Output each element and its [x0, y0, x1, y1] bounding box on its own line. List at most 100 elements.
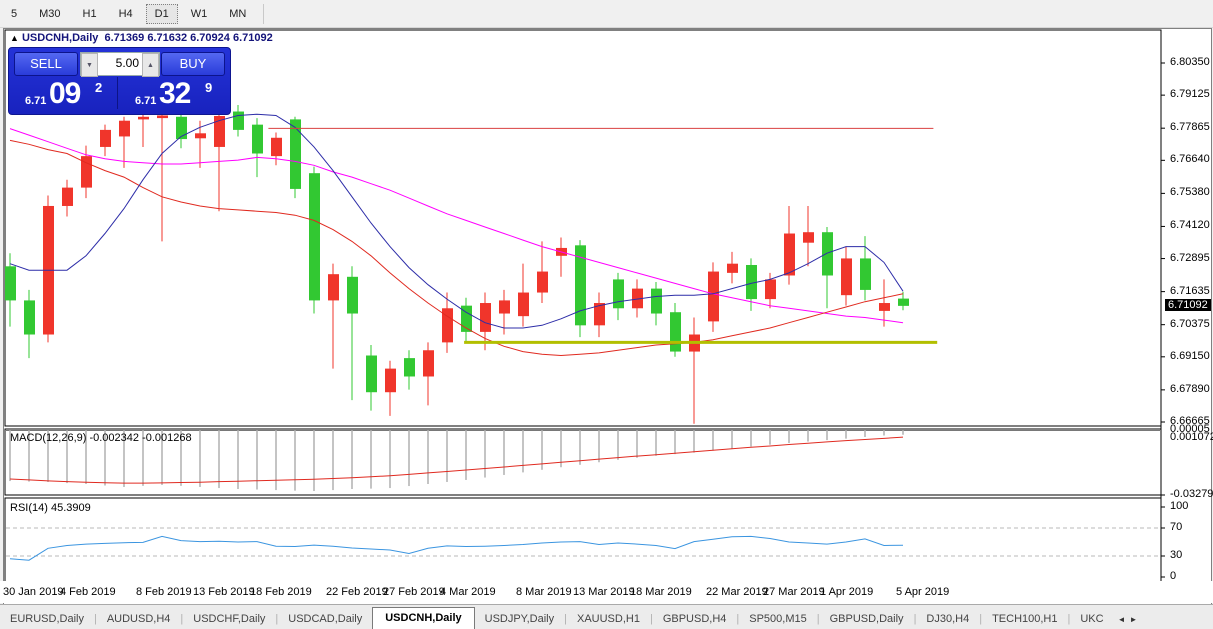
price-axis-label: 6.79125 [1170, 88, 1210, 100]
price-axis-label: 6.80350 [1170, 56, 1210, 68]
tab-scroll-left-icon[interactable]: ◄ [1118, 615, 1126, 629]
price-axis-label: 6.76640 [1170, 153, 1210, 165]
tab-scroll-right-icon[interactable]: ► [1130, 615, 1138, 629]
volume-spinner[interactable]: ▼ 5.00 ▲ [80, 52, 160, 76]
date-axis-label: 13 Feb 2019 [193, 586, 255, 598]
candle-body [347, 277, 358, 314]
price-axis-label: 6.70375 [1170, 318, 1210, 330]
date-axis-label: 4 Feb 2019 [60, 586, 116, 598]
candle-body [518, 293, 529, 317]
candle-body [651, 289, 662, 314]
chart-tab-eurusd[interactable]: EURUSD,Daily [0, 609, 94, 629]
candle-body [233, 112, 244, 130]
macd-axis-label: -0.032799 [1170, 488, 1213, 500]
volume-value[interactable]: 5.00 [98, 53, 142, 75]
rsi-axis-label: 30 [1170, 549, 1182, 561]
price-axis-label: 6.67890 [1170, 383, 1210, 395]
candle-body [24, 300, 35, 334]
sell-price[interactable]: 6.71 09 2 [11, 77, 116, 111]
chart-title-text: USDCNH,Daily 6.71369 6.71632 6.70924 6.7… [22, 32, 273, 44]
candle-body [138, 117, 149, 120]
panel-divider [117, 77, 118, 109]
candle-body [309, 173, 320, 300]
chart-tab-audusd[interactable]: AUDUSD,H4 [97, 609, 181, 629]
chart-tab-gbpusd[interactable]: GBPUSD,Daily [820, 609, 914, 629]
chart-tab-sp500[interactable]: SP500,M15 [739, 609, 816, 629]
chart-tab-usdcnh[interactable]: USDCNH,Daily [372, 607, 474, 629]
price-axis-label: 6.69150 [1170, 350, 1210, 362]
price-axis-label: 6.75380 [1170, 186, 1210, 198]
volume-decrease-icon[interactable]: ▼ [81, 53, 98, 77]
candle-body [784, 234, 795, 276]
candle-body [119, 121, 130, 137]
timeframe-button-h1[interactable]: H1 [74, 4, 106, 24]
candle-body [898, 299, 909, 306]
timeframe-button-5[interactable]: 5 [2, 4, 26, 24]
timeframe-button-w1[interactable]: W1 [182, 4, 217, 24]
chart-tab-dj30[interactable]: DJ30,H4 [916, 609, 979, 629]
candle-body [100, 130, 111, 147]
candle-body [328, 274, 339, 300]
candle-body [708, 272, 719, 322]
date-axis-label: 13 Mar 2019 [573, 586, 635, 598]
candle-body [670, 312, 681, 351]
collapse-panel-arrow[interactable]: ▲ [10, 33, 19, 43]
buy-price[interactable]: 6.71 32 9 [121, 77, 226, 111]
date-axis-label: 1 Apr 2019 [820, 586, 873, 598]
candle-body [385, 369, 396, 393]
candle-body [157, 115, 168, 118]
candle-body [5, 266, 16, 300]
chart-tab-ukc[interactable]: UKC [1070, 609, 1113, 629]
chart-tab-xauusd[interactable]: XAUUSD,H1 [567, 609, 650, 629]
timeframe-toolbar: 5M30H1H4D1W1MN [0, 0, 1213, 28]
candle-body [480, 303, 491, 332]
date-axis-label: 27 Mar 2019 [763, 586, 825, 598]
chart-tab-tech100[interactable]: TECH100,H1 [982, 609, 1067, 629]
buy-price-big: 32 [159, 77, 190, 111]
candle-body [404, 358, 415, 376]
buy-price-sup: 9 [205, 80, 212, 95]
date-axis-label: 8 Feb 2019 [136, 586, 192, 598]
price-axis-label: 6.74120 [1170, 219, 1210, 231]
price-axis-label: 6.71635 [1170, 285, 1210, 297]
candle-body [727, 264, 738, 273]
chart-canvas[interactable] [4, 29, 1211, 606]
candle-body [499, 300, 510, 313]
timeframe-button-mn[interactable]: MN [220, 4, 255, 24]
chart-tab-usdjpy[interactable]: USDJPY,Daily [475, 609, 565, 629]
chart-tab-usdchf[interactable]: USDCHF,Daily [183, 609, 275, 629]
candle-body [841, 258, 852, 295]
chart-tab-gbpusd[interactable]: GBPUSD,H4 [653, 609, 737, 629]
current-price-tag: 6.71092 [1165, 299, 1211, 311]
one-click-trading-panel: SELL ▼ 5.00 ▲ BUY 6.71 09 2 6.71 32 9 [8, 47, 231, 115]
candle-body [822, 232, 833, 275]
buy-button[interactable]: BUY [161, 52, 225, 76]
candle-body [252, 125, 263, 154]
date-axis-label: 8 Mar 2019 [516, 586, 572, 598]
timeframe-button-m30[interactable]: M30 [30, 4, 69, 24]
candle-body [803, 232, 814, 242]
chart-tab-usdcad[interactable]: USDCAD,Daily [278, 609, 372, 629]
toolbar-separator [263, 4, 264, 24]
candle-body [765, 279, 776, 299]
candle-body [366, 355, 377, 392]
rsi-axis-label: 100 [1170, 500, 1188, 512]
date-axis-label: 5 Apr 2019 [896, 586, 949, 598]
candle-body [62, 188, 73, 206]
timeframe-button-h4[interactable]: H4 [110, 4, 142, 24]
timeframe-button-d1[interactable]: D1 [146, 4, 178, 24]
volume-increase-icon[interactable]: ▲ [142, 53, 159, 77]
chart-title: ▲ USDCNH,Daily 6.71369 6.71632 6.70924 6… [10, 32, 273, 44]
rsi-indicator-label: RSI(14) 45.3909 [10, 502, 91, 514]
macd-indicator-label: MACD(12,26,9) -0.002342 -0.001268 [10, 432, 192, 444]
chart-window[interactable]: ▲ USDCNH,Daily 6.71369 6.71632 6.70924 6… [3, 28, 1212, 607]
date-axis-label: 22 Feb 2019 [326, 586, 388, 598]
date-axis-label: 4 Mar 2019 [440, 586, 496, 598]
candle-body [195, 133, 206, 138]
candle-body [271, 138, 282, 156]
candle-body [290, 119, 301, 189]
sell-button[interactable]: SELL [14, 52, 78, 76]
date-axis-label: 27 Feb 2019 [383, 586, 445, 598]
date-axis[interactable]: 30 Jan 20194 Feb 20198 Feb 201913 Feb 20… [0, 581, 1213, 603]
date-axis-label: 22 Mar 2019 [706, 586, 768, 598]
